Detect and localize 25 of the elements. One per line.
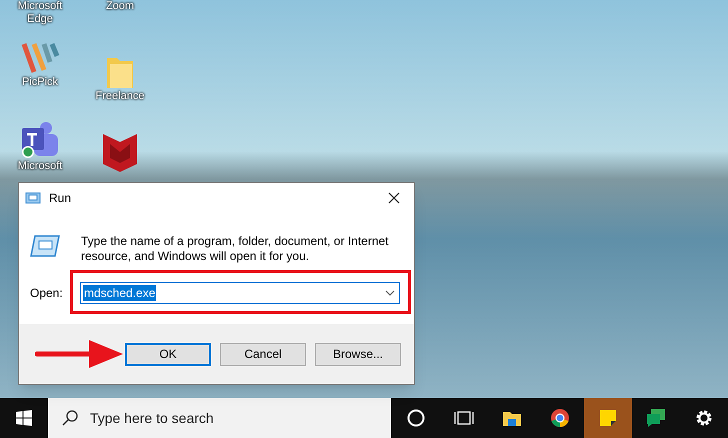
window-title: Run (49, 190, 72, 206)
icon-label: Zoom (106, 0, 134, 13)
icon-label: Microsoft (18, 160, 62, 173)
gear-icon (694, 408, 714, 428)
dropdown-chevron-icon[interactable] (385, 290, 395, 296)
sticky-note-icon (598, 408, 618, 428)
open-combo-field[interactable]: mdsched.exe (80, 282, 400, 304)
run-icon (25, 192, 41, 204)
teams-logo-icon[interactable] (20, 120, 60, 160)
dialog-button[interactable]: Cancel (220, 342, 306, 366)
chrome-logo-icon (550, 408, 570, 428)
icon-label: Microsoft Edge (16, 0, 64, 26)
search-icon (62, 410, 78, 426)
open-label: Open: (30, 285, 64, 302)
close-icon (388, 192, 400, 204)
instruction-text: Type the name of a program, folder, document, or Internet resource, and Windows will open it for you. (81, 234, 390, 264)
icon-label: Freelance (96, 90, 144, 103)
chat-bubbles-icon (646, 408, 666, 428)
taskbar-search-field[interactable]: Type here to search (48, 398, 392, 438)
circle-icon (406, 408, 426, 428)
run-program-icon (29, 234, 61, 258)
windows-logo-icon[interactable] (16, 410, 32, 426)
dialog-button[interactable]: Browse... (315, 342, 401, 366)
dialog-button[interactable]: OK (125, 342, 211, 366)
icon-label: PicPick (22, 76, 58, 89)
